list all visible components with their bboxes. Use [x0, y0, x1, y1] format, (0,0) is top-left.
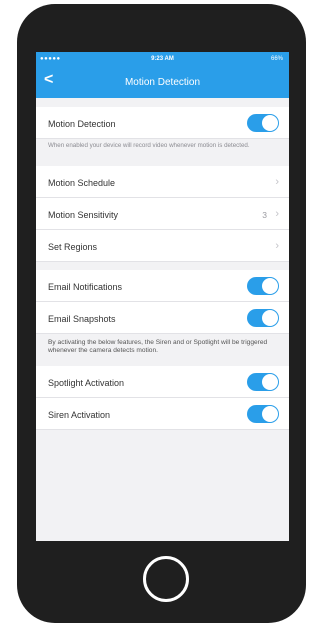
email-snapshots-toggle[interactable]	[247, 309, 279, 327]
toggle-knob	[262, 310, 278, 326]
toggle-knob	[262, 406, 278, 422]
motion-detection-toggle[interactable]	[247, 114, 279, 132]
email-snapshots-label: Email Snapshots	[48, 314, 116, 324]
toggle-knob	[262, 115, 278, 131]
motion-sensitivity-row[interactable]: Motion Sensitivity 3 ›	[36, 198, 289, 230]
email-notifications-label: Email Notifications	[48, 282, 123, 292]
siren-activation-label: Siren Activation	[48, 410, 111, 420]
battery-indicator: 66%	[270, 56, 283, 62]
toggle-knob	[262, 278, 278, 294]
motion-sensitivity-label: Motion Sensitivity	[48, 210, 119, 220]
home-button-icon[interactable]	[143, 556, 189, 602]
spotlight-activation-toggle[interactable]	[247, 373, 279, 391]
chevron-right-icon: ›	[275, 176, 279, 188]
chevron-right-icon: ›	[275, 208, 279, 220]
set-regions-row[interactable]: Set Regions ›	[36, 230, 289, 262]
spotlight-activation-label: Spotlight Activation	[48, 378, 125, 388]
set-regions-label: Set Regions	[48, 242, 98, 252]
motion-sensitivity-value: 3	[262, 210, 267, 220]
chevron-right-icon: ›	[275, 240, 279, 252]
nav-bar: < Motion Detection	[36, 66, 289, 98]
status-bar: ●●●●● 9:23 AM 66%	[36, 52, 289, 66]
motion-detection-row: Motion Detection	[36, 107, 289, 139]
status-time: 9:23 AM	[151, 56, 174, 62]
page-title: Motion Detection	[124, 77, 201, 88]
feature-note: By activating the below features, the Si…	[48, 339, 268, 354]
motion-schedule-row[interactable]: Motion Schedule ›	[36, 166, 289, 198]
motion-detection-label: Motion Detection	[48, 119, 116, 129]
email-notifications-row: Email Notifications	[36, 270, 289, 302]
motion-detection-note: When enabled your device will record vid…	[48, 142, 250, 149]
toggle-knob	[262, 374, 278, 390]
app-screen: ●●●●● 9:23 AM 66% < Motion Detection Mot…	[36, 52, 289, 541]
spotlight-activation-row: Spotlight Activation	[36, 366, 289, 398]
siren-activation-row: Siren Activation	[36, 398, 289, 430]
email-snapshots-row: Email Snapshots	[36, 302, 289, 334]
email-notifications-toggle[interactable]	[247, 277, 279, 295]
siren-activation-toggle[interactable]	[247, 405, 279, 423]
motion-schedule-label: Motion Schedule	[48, 178, 116, 188]
